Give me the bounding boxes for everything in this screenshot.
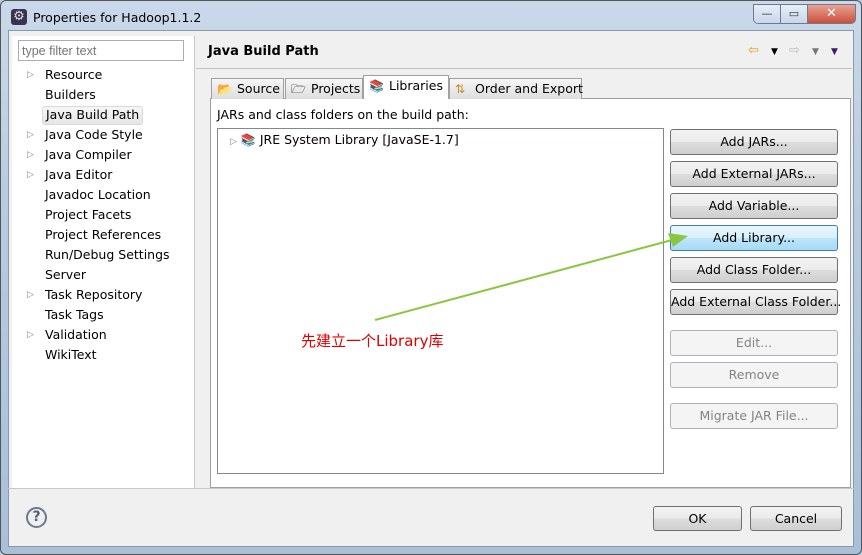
library-icon: 📚 [240, 133, 256, 147]
add-jars-button[interactable]: Add JARs... [670, 129, 838, 155]
forward-dropdown-icon[interactable]: ▼ [812, 47, 819, 57]
add-external-jars-button[interactable]: Add External JARs... [670, 161, 838, 187]
expand-arrow-icon[interactable]: ▷ [27, 166, 34, 185]
tab-libraries[interactable]: 📚 Libraries [363, 75, 449, 99]
back-arrow-icon[interactable]: ⇦ [748, 43, 759, 58]
minimize-button[interactable]: — [754, 5, 781, 23]
sidebar-item[interactable]: Java Code Style [42, 126, 146, 145]
eclipse-gear-icon: ⚙ [11, 9, 27, 25]
expand-arrow-icon[interactable]: ▷ [27, 326, 34, 345]
sidebar-item[interactable]: Project References [42, 226, 164, 245]
sidebar-item[interactable]: Task Repository [42, 286, 145, 305]
sidebar-item[interactable]: Java Compiler [42, 146, 135, 165]
project-folder-icon: 🗁 [291, 82, 306, 96]
remove-button[interactable]: Remove [670, 362, 838, 388]
tab-label: Source [237, 81, 280, 96]
sidebar-item[interactable]: Run/Debug Settings [42, 246, 173, 265]
library-icon: 📚 [369, 79, 384, 93]
sidebar-item[interactable]: Project Facets [42, 206, 134, 225]
expand-arrow-icon[interactable]: ▷ [27, 146, 34, 165]
add-external-class-folder-button[interactable]: Add External Class Folder... [670, 289, 841, 315]
sidebar-item[interactable]: WikiText [42, 346, 100, 365]
add-variable-button[interactable]: Add Variable... [670, 193, 838, 219]
order-export-icon: ⇅ [455, 82, 466, 96]
edit-button[interactable]: Edit... [670, 330, 838, 356]
sidebar-item[interactable]: Task Tags [42, 306, 107, 325]
list-item[interactable]: ▷ 📚 JRE System Library [JavaSE-1.7] [230, 132, 459, 147]
help-icon[interactable]: ? [26, 507, 47, 528]
expand-arrow-icon[interactable]: ▷ [27, 126, 34, 145]
tab-projects[interactable]: 🗁 Projects [285, 78, 363, 99]
libraries-label: JARs and class folders on the build path… [217, 107, 469, 122]
footer-separator [8, 488, 854, 489]
annotation-text: 先建立一个Library库 [301, 332, 444, 350]
add-library-button[interactable]: Add Library... [670, 225, 838, 251]
filter-input[interactable] [18, 40, 184, 61]
close-button[interactable]: ✕ [808, 5, 855, 23]
header-separator [196, 68, 852, 69]
sidebar-item[interactable]: Validation [42, 326, 110, 345]
expand-arrow-icon[interactable]: ▷ [27, 286, 34, 305]
sidebar-item[interactable]: Java Build Path [42, 106, 144, 125]
expand-arrow-icon[interactable]: ▷ [27, 66, 34, 85]
sidebar: ▷ ResourceBuildersJava Build Path ▷ Java Co… [12, 36, 195, 488]
maximize-button[interactable]: ▭ [781, 5, 808, 23]
back-dropdown-icon[interactable]: ▼ [771, 47, 778, 57]
view-menu-icon[interactable]: ▼ [831, 47, 838, 57]
jre-library-label: JRE System Library [JavaSE-1.7] [259, 132, 459, 147]
ok-button[interactable]: OK [653, 506, 742, 531]
sidebar-item[interactable]: Server [42, 266, 89, 285]
forward-arrow-icon[interactable]: ⇨ [789, 43, 800, 58]
tab-label: Projects [311, 81, 361, 96]
sidebar-item[interactable]: Builders [42, 86, 99, 105]
window-controls: — ▭ ✕ [753, 4, 856, 24]
add-class-folder-button[interactable]: Add Class Folder... [670, 257, 838, 283]
source-folder-icon: 📂 [217, 82, 232, 96]
sidebar-item[interactable]: Resource [42, 66, 105, 85]
tab-source[interactable]: 📂 Source [211, 78, 284, 99]
tab-label: Order and Export [475, 81, 583, 96]
expand-arrow-icon[interactable]: ▷ [230, 137, 237, 147]
tab-label: Libraries [389, 78, 443, 93]
window-title: Properties for Hadoop1.1.2 [33, 10, 202, 25]
sidebar-item[interactable]: Java Editor [42, 166, 115, 185]
cancel-button[interactable]: Cancel [750, 506, 842, 531]
migrate-jar-button[interactable]: Migrate JAR File... [670, 403, 838, 429]
libraries-tree[interactable]: ▷ 📚 JRE System Library [JavaSE-1.7] [217, 128, 664, 474]
sidebar-item[interactable]: Javadoc Location [42, 186, 154, 205]
tab-order-export[interactable]: ⇅ Order and Export [449, 78, 583, 99]
page-title: Java Build Path [208, 44, 319, 59]
